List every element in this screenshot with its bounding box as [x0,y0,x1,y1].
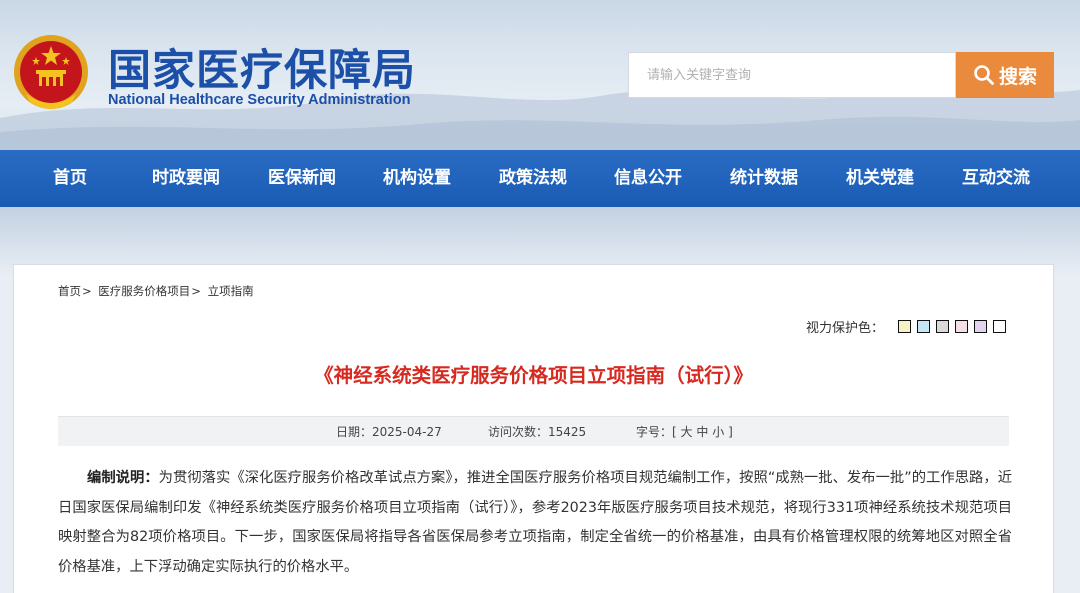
nav-item-politics-news[interactable]: 时政要闻 [152,150,220,207]
breadcrumb: 首页> 医疗服务价格项目> 立项指南 [58,283,254,299]
national-emblem-icon [14,35,88,109]
main-nav: 首页 时政要闻 医保新闻 机构设置 政策法规 信息公开 统计数据 机关党建 互动… [0,150,1080,207]
nav-item-home[interactable]: 首页 [53,150,87,207]
breadcrumb-price-items[interactable]: 医疗服务价格项目 [98,284,190,298]
nav-item-organization[interactable]: 机构设置 [383,150,451,207]
swatch-gray[interactable] [936,320,950,333]
breadcrumb-home[interactable]: 首页 [58,284,81,298]
eye-protection-selector: 视力保护色： [806,317,1007,336]
site-header: 国家医疗保障局 National Healthcare Security Adm… [0,0,1080,150]
swatch-blue[interactable] [917,320,931,333]
publish-date: 日期：2025-04-27 [336,417,442,447]
search-box [628,52,956,98]
date-label: 日期： [336,425,373,439]
nav-item-policy[interactable]: 政策法规 [499,150,567,207]
date-value: 2025-04-27 [372,425,442,439]
font-size-large[interactable]: 大 [681,425,693,439]
search-button[interactable]: 搜索 [956,52,1054,98]
swatch-purple[interactable] [974,320,988,333]
swatch-yellow[interactable] [898,320,912,333]
article-meta-bar: 日期：2025-04-27 访问次数：15425 字号：[ 大 中 小 ] [58,416,1009,446]
color-swatches [898,320,1007,333]
font-size-control: 字号：[ 大 中 小 ] [636,417,733,447]
view-count: 访问次数：15425 [488,417,586,447]
font-size-small[interactable]: 小 [712,425,724,439]
breadcrumb-guidelines[interactable]: 立项指南 [208,284,254,298]
views-label: 访问次数： [488,425,549,439]
nav-item-medical-news[interactable]: 医保新闻 [268,150,336,207]
search-input[interactable] [629,53,955,97]
lead-label: 编制说明： [87,470,159,486]
article-body: 编制说明：为贯彻落实《深化医疗服务价格改革试点方案》，推进全国医疗服务价格项目规… [58,464,1012,582]
breadcrumb-separator: > [191,284,201,298]
nav-item-interaction[interactable]: 互动交流 [962,150,1030,207]
font-size-label: 字号： [636,425,673,439]
font-size-medium[interactable]: 中 [696,425,708,439]
nav-item-statistics[interactable]: 统计数据 [730,150,798,207]
lead-text: 为贯彻落实《深化医疗服务价格改革试点方案》，推进全国医疗服务价格项目规范编制工作… [58,470,1012,575]
swatch-white[interactable] [993,320,1007,333]
article-title: 《神经系统类医疗服务价格项目立项指南（试行）》 [314,364,753,387]
views-value: 15425 [548,425,587,439]
nav-item-party[interactable]: 机关党建 [846,150,914,207]
search-icon [974,65,994,85]
swatch-pink[interactable] [955,320,969,333]
font-size-bracket-open: [ [672,425,677,439]
site-subtitle: National Healthcare Security Administrat… [108,92,411,108]
breadcrumb-separator: > [82,284,92,298]
nav-item-disclosure[interactable]: 信息公开 [614,150,682,207]
article-panel: 首页> 医疗服务价格项目> 立项指南 视力保护色： 《神经系统类医疗服务价格项目… [13,264,1054,593]
eye-protection-label: 视力保护色： [806,321,885,336]
search-button-label: 搜索 [998,65,1037,88]
site-title: 国家医疗保障局 [108,46,416,96]
font-size-bracket-close: ] [728,425,733,439]
